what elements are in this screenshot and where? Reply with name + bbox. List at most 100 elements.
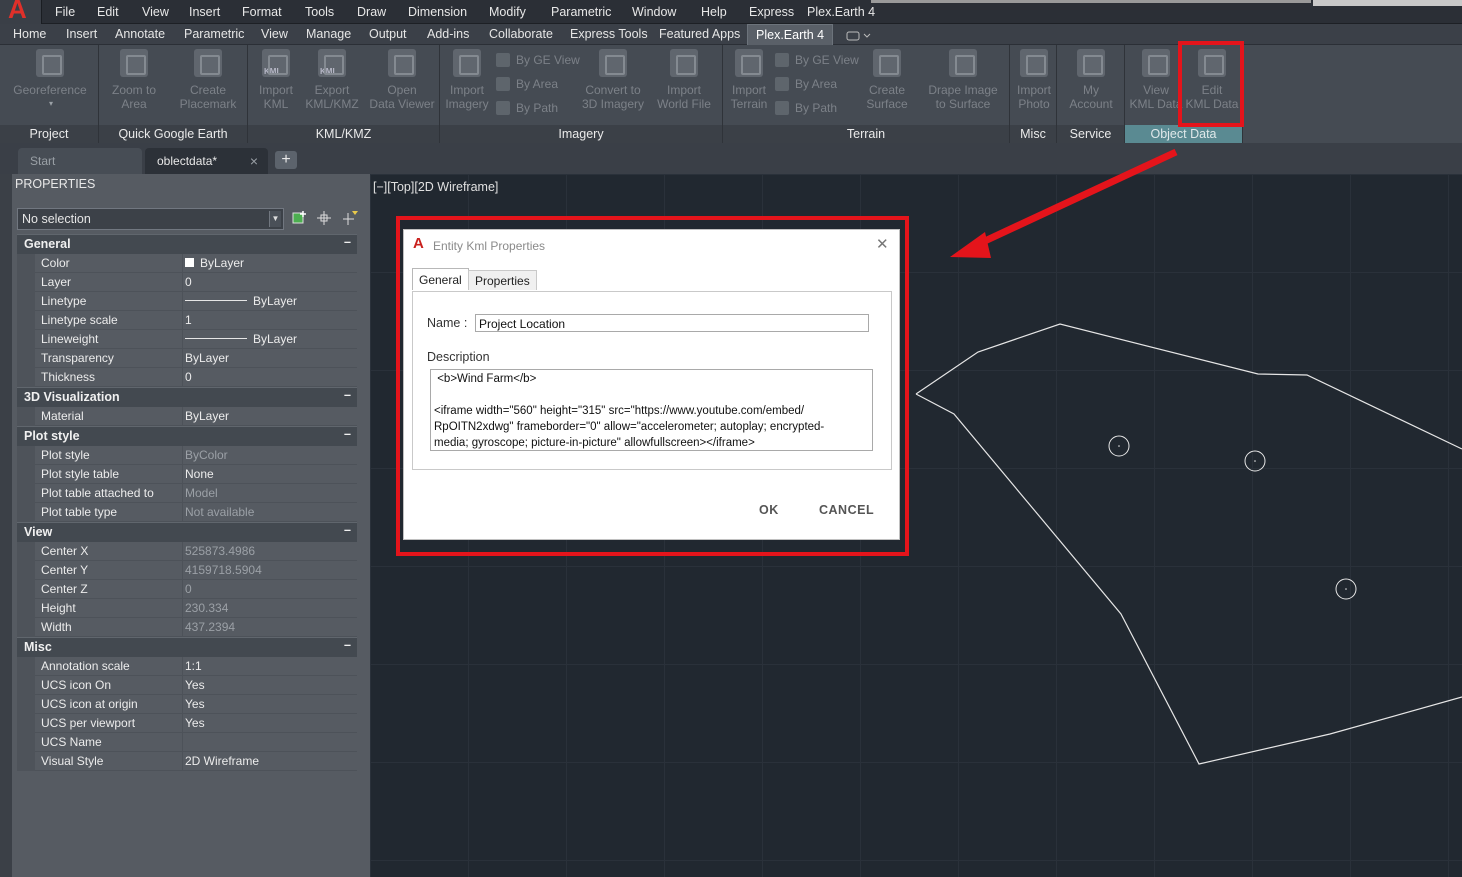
property-row[interactable]: Annotation scale 1:1 — [17, 657, 357, 676]
property-value[interactable]: 0 — [185, 582, 192, 596]
ribbon-tab-home[interactable]: Home — [13, 27, 46, 41]
property-row[interactable]: Visual Style 2D Wireframe — [17, 752, 357, 771]
property-row[interactable]: Transparency ByLayer — [17, 349, 357, 368]
create-placemark-button[interactable]: Create Placemark — [175, 49, 241, 111]
import-terrain-button[interactable]: Import Terrain — [725, 49, 773, 111]
property-value[interactable]: 2D Wireframe — [185, 754, 259, 768]
view-kml-data-button[interactable]: View KML Data — [1127, 49, 1185, 111]
property-row[interactable]: Lineweight ByLayer — [17, 330, 357, 349]
name-field[interactable]: Project Location — [475, 314, 869, 332]
property-row[interactable]: Center Z0 — [17, 580, 357, 599]
menu-item-insert[interactable]: Insert — [189, 5, 220, 19]
select-objects-icon[interactable] — [316, 210, 332, 226]
category-general[interactable]: General – — [17, 234, 357, 254]
property-row[interactable]: Plot style table None — [17, 465, 357, 484]
ribbon-tab-parametric[interactable]: Parametric — [184, 27, 244, 41]
ribbon-tab-manage[interactable]: Manage — [306, 27, 351, 41]
property-value[interactable]: 230.334 — [185, 601, 228, 615]
menu-item-format[interactable]: Format — [242, 5, 282, 19]
property-value[interactable]: ByLayer — [185, 409, 229, 423]
ok-button[interactable]: OK — [759, 503, 779, 517]
category-view[interactable]: View – — [17, 522, 357, 542]
application-logo-button[interactable]: A — [0, 0, 42, 24]
tab-general[interactable]: General — [412, 268, 469, 290]
property-row[interactable]: Plot table attached to Model — [17, 484, 357, 503]
property-value[interactable]: 525873.4986 — [185, 544, 255, 558]
property-row[interactable]: Linetype scale 1 — [17, 311, 357, 330]
tab-properties[interactable]: Properties — [468, 270, 537, 290]
quick-select-icon[interactable] — [342, 210, 358, 226]
property-row[interactable]: UCS Name — [17, 733, 357, 752]
property-value[interactable]: Yes — [185, 716, 205, 730]
property-row[interactable]: Material ByLayer — [17, 407, 357, 426]
property-value[interactable]: ByLayer — [185, 256, 244, 270]
ribbon-tab-add-ins[interactable]: Add-ins — [427, 27, 469, 41]
cancel-button[interactable]: CANCEL — [819, 503, 874, 517]
menu-item-dimension[interactable]: Dimension — [408, 5, 467, 19]
ribbon-tab-express-tools[interactable]: Express Tools — [570, 27, 648, 41]
property-value[interactable]: None — [185, 467, 214, 481]
property-value[interactable]: 0 — [185, 370, 192, 384]
property-value[interactable]: ByColor — [185, 448, 228, 462]
property-row[interactable]: Center Y 4159718.5904 — [17, 561, 357, 580]
import-imagery-button[interactable]: Import Imagery — [442, 49, 492, 111]
menu-item-window[interactable]: Window — [632, 5, 676, 19]
ribbon-tab-output[interactable]: Output — [369, 27, 407, 41]
viewport-controls-label[interactable]: [−][Top][2D Wireframe] — [373, 180, 498, 194]
property-value[interactable]: ByLayer — [185, 351, 229, 365]
property-row[interactable]: Width 437.2394 — [17, 618, 357, 637]
terrain-by-ge-view-button[interactable]: By GE View — [775, 53, 859, 67]
ribbon-tab-featured-apps[interactable]: Featured Apps — [659, 27, 740, 41]
property-value[interactable]: 1 — [185, 313, 192, 327]
doc-tab-oblectdata[interactable]: oblectdata* × — [145, 148, 268, 174]
property-row[interactable]: Thickness 0 — [17, 368, 357, 387]
property-row[interactable]: Plot style ByColor — [17, 446, 357, 465]
property-value[interactable]: Model — [185, 486, 218, 500]
drape-image-button[interactable]: Drape Image to Surface — [923, 49, 1003, 111]
menu-item-draw[interactable]: Draw — [357, 5, 386, 19]
imagery-by-area-button[interactable]: By Area — [496, 77, 558, 91]
close-tab-icon[interactable]: × — [250, 153, 258, 169]
imagery-by-ge-view-button[interactable]: By GE View — [496, 53, 580, 67]
property-row[interactable]: UCS per viewport Yes — [17, 714, 357, 733]
ribbon-minimize-icon[interactable] — [846, 30, 872, 41]
property-row[interactable]: UCS icon at origin Yes — [17, 695, 357, 714]
import-world-file-button[interactable]: Import World File — [654, 49, 714, 111]
property-row[interactable]: Height 230.334 — [17, 599, 357, 618]
ribbon-tab-view[interactable]: View — [261, 27, 288, 41]
terrain-by-area-button[interactable]: By Area — [775, 77, 837, 91]
menu-item-file[interactable]: File — [55, 5, 75, 19]
menu-item-express[interactable]: Express — [749, 5, 794, 19]
menu-item-view[interactable]: View — [142, 5, 169, 19]
property-value[interactable]: ByLayer — [185, 332, 297, 346]
create-surface-button[interactable]: Create Surface — [861, 49, 913, 111]
menu-item-modify[interactable]: Modify — [489, 5, 526, 19]
ribbon-tab-annotate[interactable]: Annotate — [115, 27, 165, 41]
property-row[interactable]: Layer 0 — [17, 273, 357, 292]
open-data-viewer-button[interactable]: Open Data Viewer — [366, 49, 438, 111]
doc-tab-start[interactable]: Start — [18, 148, 142, 174]
property-value[interactable]: 0 — [185, 275, 192, 289]
menu-item-help[interactable]: Help — [701, 5, 727, 19]
convert-3d-imagery-button[interactable]: Convert to 3D Imagery — [580, 49, 646, 111]
property-value[interactable]: Yes — [185, 678, 205, 692]
property-value[interactable]: Yes — [185, 697, 205, 711]
search-box[interactable] — [1313, 0, 1462, 6]
property-row[interactable]: Linetype ByLayer — [17, 292, 357, 311]
imagery-by-path-button[interactable]: By Path — [496, 101, 558, 115]
property-value[interactable]: ByLayer — [185, 294, 297, 308]
menu-item-parametric[interactable]: Parametric — [551, 5, 611, 19]
ribbon-tab-insert[interactable]: Insert — [66, 27, 97, 41]
category-plot-style[interactable]: Plot style – — [17, 426, 357, 446]
collapse-icon[interactable]: – — [344, 427, 351, 441]
category-3d-visualization[interactable]: 3D Visualization – — [17, 387, 357, 407]
ribbon-tab-collaborate[interactable]: Collaborate — [489, 27, 553, 41]
export-kml-button[interactable]: Export KML/KMZ — [300, 49, 364, 111]
property-row[interactable]: Color ByLayer — [17, 254, 357, 273]
property-value[interactable]: Not available — [185, 505, 254, 519]
description-textarea[interactable]: <b>Wind Farm</b> <iframe width="560" hei… — [430, 369, 873, 451]
property-value[interactable]: 4159718.5904 — [185, 563, 262, 577]
ribbon-tab-plex-earth-4[interactable]: Plex.Earth 4 — [747, 24, 834, 45]
collapse-icon[interactable]: – — [344, 638, 351, 652]
palette-title-strip[interactable] — [0, 174, 12, 877]
